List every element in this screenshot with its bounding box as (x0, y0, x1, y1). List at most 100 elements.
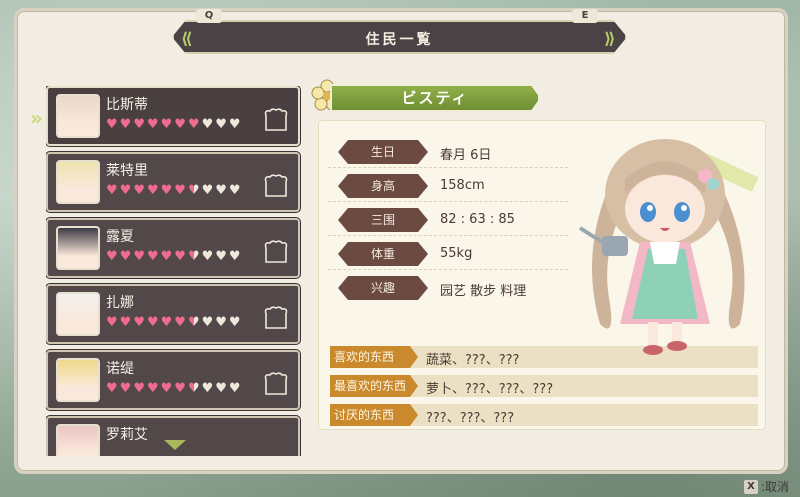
heart-icon: ♥ (228, 315, 241, 330)
pref-row-favorites: 最喜欢的东西 萝卜、???、???、??? (330, 375, 758, 397)
affection-hearts: ♥ ♥ ♥ ♥ ♥ ♥ ♥ ♥ ♥ ♥ (106, 184, 241, 197)
heart-icon: ♥ (133, 381, 145, 396)
resident-name: 露夏 (106, 229, 134, 245)
heart-icon: ♥ (133, 117, 145, 132)
affection-hearts: ♥ ♥ ♥ ♥ ♥ ♥ ♥ ♥ ♥ ♥ (106, 118, 241, 131)
heart-icon: ♥ (160, 315, 173, 330)
resident-name: 莱特里 (106, 163, 148, 179)
heart-icon: ♥ (201, 117, 214, 132)
heart-icon: ♥ (146, 381, 159, 396)
page-title: 住民一覧 (365, 32, 434, 48)
cancel-label: :取消 (761, 480, 790, 494)
prev-page-arrow-icon[interactable]: ⟪ (181, 29, 193, 48)
gift-bag-icon (264, 372, 288, 395)
heart-icon: ♥ (146, 249, 159, 264)
stat-row-hobbies: 兴趣 园艺 散步 料理 (330, 276, 570, 300)
stat-row-height: 身高 158cm (330, 174, 570, 198)
resident-card[interactable]: 莱特里 ♥ ♥ ♥ ♥ ♥ ♥ ♥ ♥ ♥ ♥ (46, 152, 300, 212)
heart-icon: ♥ (187, 381, 200, 396)
stat-value: 82 : 63 : 85 (440, 212, 515, 227)
divider (328, 201, 568, 202)
heart-icon: ♥ (160, 381, 173, 396)
heart-icon: ♥ (201, 381, 214, 396)
cancel-button[interactable]: X :取消 (744, 478, 789, 495)
affection-hearts: ♥ ♥ ♥ ♥ ♥ ♥ ♥ ♥ ♥ ♥ (106, 250, 241, 263)
heart-icon: ♥ (119, 249, 132, 264)
resident-name: 扎娜 (106, 295, 134, 311)
heart-icon: ♥ (119, 315, 132, 330)
resident-portrait (56, 292, 100, 336)
character-illustration (578, 139, 759, 355)
prev-page-key[interactable]: Q (196, 9, 222, 23)
resident-card[interactable]: 扎娜 ♥ ♥ ♥ ♥ ♥ ♥ ♥ ♥ ♥ ♥ (46, 284, 300, 344)
resident-card[interactable]: 诺缇 ♥ ♥ ♥ ♥ ♥ ♥ ♥ ♥ ♥ ♥ (46, 350, 300, 410)
character-name-banner: ビスティ (330, 84, 540, 112)
resident-name: 比斯蒂 (106, 97, 148, 113)
resident-list: 比斯蒂 ♥ ♥ ♥ ♥ ♥ ♥ ♥ ♥ ♥ ♥ 莱特里 ♥ ♥ ♥ ♥ ♥ ♥ ♥ ♥ ♥ ♥ 露夏 ♥ ♥ ♥ ♥ ♥ ♥ ♥ ♥ ♥ ♥ 扎娜… (46, 86, 302, 456)
divider (328, 235, 568, 236)
next-page-key[interactable]: E (572, 9, 598, 23)
resident-card[interactable]: 罗莉艾 (46, 416, 300, 456)
heart-icon: ♥ (174, 183, 186, 198)
heart-icon: ♥ (174, 249, 186, 264)
resident-portrait (56, 424, 100, 456)
pref-label: 最喜欢的东西 (330, 375, 418, 397)
resident-card[interactable]: 比斯蒂 ♥ ♥ ♥ ♥ ♥ ♥ ♥ ♥ ♥ ♥ (46, 86, 300, 146)
heart-icon: ♥ (133, 183, 145, 198)
heart-icon: ♥ (174, 381, 186, 396)
gift-bag-icon (264, 306, 288, 329)
next-page-arrow-icon[interactable]: ⟫ (604, 29, 616, 48)
stat-value: 158cm (440, 178, 485, 193)
pref-value: 萝卜、???、???、??? (426, 382, 554, 397)
stat-label: 兴趣 (338, 276, 428, 300)
pref-label: 喜欢的东西 (330, 346, 418, 368)
gift-bag-icon (264, 240, 288, 263)
heart-icon: ♥ (106, 117, 118, 132)
affection-hearts: ♥ ♥ ♥ ♥ ♥ ♥ ♥ ♥ ♥ ♥ (106, 316, 241, 329)
heart-icon: ♥ (201, 249, 214, 264)
heart-icon: ♥ (106, 315, 118, 330)
heart-icon: ♥ (119, 117, 132, 132)
heart-icon: ♥ (146, 315, 159, 330)
stat-label: 身高 (338, 174, 428, 198)
heart-icon: ♥ (187, 117, 200, 132)
resident-list-header: 住民一覧 (172, 20, 627, 54)
heart-icon: ♥ (106, 183, 118, 198)
heart-icon: ♥ (160, 117, 173, 132)
heart-icon: ♥ (228, 183, 241, 198)
heart-icon: ♥ (215, 183, 227, 198)
selection-cursor-icon: » (30, 106, 43, 130)
heart-icon: ♥ (119, 183, 132, 198)
scroll-down-arrow-icon[interactable] (164, 440, 186, 450)
resident-name: 诺缇 (106, 361, 134, 377)
resident-name: 罗莉艾 (106, 427, 148, 443)
stat-row-weight: 体重 55kg (330, 242, 570, 266)
stat-label: 生日 (338, 140, 428, 164)
stat-row-birthday: 生日 春月 6日 (330, 140, 570, 164)
heart-icon: ♥ (187, 315, 200, 330)
heart-icon: ♥ (215, 315, 227, 330)
heart-icon: ♥ (160, 183, 173, 198)
heart-icon: ♥ (174, 315, 186, 330)
heart-icon: ♥ (146, 117, 159, 132)
heart-icon: ♥ (187, 183, 200, 198)
heart-icon: ♥ (201, 315, 214, 330)
pref-row-dislikes: 讨厌的东西 ???、???、??? (330, 404, 758, 426)
heart-icon: ♥ (215, 117, 227, 132)
heart-icon: ♥ (106, 381, 118, 396)
divider (328, 167, 568, 168)
heart-icon: ♥ (160, 249, 173, 264)
heart-icon: ♥ (174, 117, 186, 132)
pref-value: ???、???、??? (426, 411, 515, 426)
pref-value: 蔬菜、???、??? (426, 353, 520, 368)
resident-portrait (56, 226, 100, 270)
cancel-key: X (744, 479, 758, 494)
resident-card[interactable]: 露夏 ♥ ♥ ♥ ♥ ♥ ♥ ♥ ♥ ♥ ♥ (46, 218, 300, 278)
gift-bag-icon (264, 108, 288, 131)
heart-icon: ♥ (201, 183, 214, 198)
heart-icon: ♥ (228, 381, 241, 396)
heart-icon: ♥ (133, 249, 145, 264)
affection-hearts: ♥ ♥ ♥ ♥ ♥ ♥ ♥ ♥ ♥ ♥ (106, 382, 241, 395)
heart-icon: ♥ (146, 183, 159, 198)
resident-portrait (56, 94, 100, 138)
